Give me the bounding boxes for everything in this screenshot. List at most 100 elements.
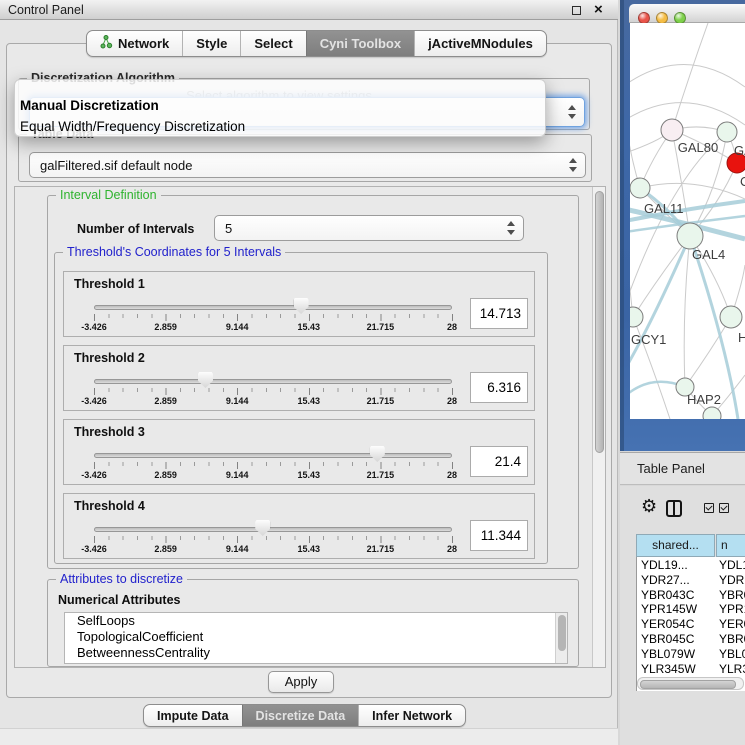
slider-major-ticks (94, 388, 454, 395)
table-row-cell[interactable]: YLR3 (719, 662, 745, 676)
network-edge[interactable] (672, 23, 708, 130)
table-data-combobox[interactable]: galFiltered.sif default node (29, 152, 586, 178)
tick-label: 9.144 (226, 470, 249, 480)
network-canvas[interactable]: GAL80GACGAL11GAL4GCY1HHAP2 (630, 23, 745, 419)
network-node[interactable] (630, 178, 650, 198)
tab-discretize-data[interactable]: Discretize Data (242, 705, 359, 726)
tab-style[interactable]: Style (182, 31, 240, 56)
slider-track[interactable] (94, 453, 452, 458)
table-row-cell[interactable]: YBL0 (719, 647, 745, 661)
table-column-header[interactable]: n (716, 534, 745, 557)
network-node[interactable] (677, 223, 703, 249)
table-scrollbar-thumb[interactable] (640, 680, 736, 689)
network-node[interactable] (717, 122, 737, 142)
table-row-cell[interactable]: YBR0 (719, 632, 745, 646)
bottom-strip (0, 728, 618, 745)
tab-label: jActiveMNodules (428, 36, 533, 51)
table-row-cell[interactable]: YBL079W (641, 647, 695, 661)
tick-label: -3.426 (81, 322, 107, 332)
slider-track[interactable] (94, 379, 452, 384)
table-horizontal-scrollbar[interactable] (637, 677, 744, 690)
number-of-intervals-combobox[interactable]: 5 (214, 215, 524, 241)
popup-item[interactable]: Manual Discretization (18, 96, 542, 116)
combo-stepper-icon (507, 221, 516, 235)
tick-label: 15.43 (298, 396, 321, 406)
table-data-value: galFiltered.sif default node (40, 153, 192, 177)
threshold-box: Threshold 2-3.4262.8599.14415.4321.71528… (63, 345, 535, 411)
tick-label: 28 (447, 544, 457, 554)
tab-jactivemnodules[interactable]: jActiveMNodules (414, 31, 546, 56)
table-row-cell[interactable]: YBR045C (641, 632, 694, 646)
threshold-value-field[interactable]: 14.713 (470, 298, 528, 329)
network-window-frame-edge (620, 0, 624, 451)
settings-scroll-area: Interval Definition Number of Intervals … (14, 186, 606, 668)
attribute-list-item[interactable]: TopologicalCoefficient (65, 629, 567, 645)
tab-label: Cyni Toolbox (320, 36, 401, 51)
combo-stepper-icon (568, 105, 577, 119)
select-rows-checkbox-icon[interactable] (719, 503, 729, 513)
control-panel-titlebar: Control Panel × (0, 0, 618, 20)
interval-definition-title: Interval Definition (56, 188, 161, 202)
slider-track[interactable] (94, 305, 452, 310)
table-row-cell[interactable]: YLR345W (641, 662, 696, 676)
tick-label: 2.859 (154, 470, 177, 480)
tab-select[interactable]: Select (240, 31, 305, 56)
tick-label: 28 (447, 322, 457, 332)
network-edge[interactable] (684, 236, 690, 387)
threshold-box: Threshold 3-3.4262.8599.14415.4321.71528… (63, 419, 535, 485)
slider-thumb[interactable] (370, 446, 385, 462)
slider-track[interactable] (94, 527, 452, 532)
tab-impute-data[interactable]: Impute Data (144, 705, 242, 726)
table-row-cell[interactable]: YDL19... (641, 558, 688, 572)
table-row-cell[interactable]: YDR27... (641, 573, 690, 587)
float-window-icon[interactable] (572, 6, 581, 15)
threshold-value-field[interactable]: 6.316 (470, 372, 528, 403)
settings-gear-icon[interactable]: ⚙ (641, 497, 657, 515)
list-scrollbar-thumb[interactable] (558, 615, 566, 651)
threshold-label: Threshold 4 (74, 499, 145, 513)
table-panel-title: Table Panel (637, 453, 705, 485)
tick-label: 21.715 (367, 470, 395, 480)
tab-label: Discretize Data (256, 709, 346, 723)
table-row-cell[interactable]: YDL1 (719, 558, 745, 572)
numerical-attributes-list[interactable]: SelfLoopsTopologicalCoefficientBetweenne… (64, 612, 568, 664)
slider-thumb[interactable] (294, 298, 309, 314)
list-scrollbar[interactable] (555, 613, 567, 663)
table-row-cell[interactable]: YER054C (641, 617, 694, 631)
apply-button[interactable]: Apply (268, 671, 334, 693)
slider-thumb[interactable] (198, 372, 213, 388)
settings-scrollbar-thumb[interactable] (595, 191, 604, 453)
network-edge[interactable] (633, 236, 690, 317)
table-column-header[interactable]: shared... (636, 534, 715, 557)
close-icon[interactable]: × (594, 1, 603, 19)
tab-network[interactable]: Network (87, 31, 182, 56)
table-row-cell[interactable]: YBR043C (641, 588, 694, 602)
network-edge[interactable] (630, 236, 690, 369)
network-window-titlebar[interactable] (629, 4, 745, 23)
network-edge[interactable] (640, 183, 745, 199)
network-edge[interactable] (630, 243, 633, 317)
attribute-list-item[interactable]: SelfLoops (65, 613, 567, 629)
threshold-value-field[interactable]: 11.344 (470, 520, 528, 551)
network-node[interactable] (630, 307, 643, 327)
select-columns-checkbox-icon[interactable] (704, 503, 714, 513)
popup-item[interactable]: Equal Width/Frequency Discretization (18, 117, 542, 137)
table-row-cell[interactable]: YDR2 (719, 573, 745, 587)
network-node[interactable] (720, 306, 742, 328)
table-row-cell[interactable]: YPR145W (641, 602, 697, 616)
attribute-list-item[interactable]: BetweennessCentrality (65, 645, 567, 661)
table-row-cell[interactable]: YER0 (719, 617, 745, 631)
tick-label: 9.144 (226, 322, 249, 332)
split-columns-icon[interactable] (666, 500, 682, 517)
threshold-value-field[interactable]: 21.4 (470, 446, 528, 477)
settings-vertical-scrollbar[interactable] (592, 187, 605, 667)
table-row-cell[interactable]: YPR1 (719, 602, 745, 616)
threshold-label: Threshold 3 (74, 425, 145, 439)
network-node[interactable] (661, 119, 683, 141)
tick-label: 28 (447, 470, 457, 480)
tick-label: 9.144 (226, 396, 249, 406)
tab-cyni-toolbox[interactable]: Cyni Toolbox (306, 31, 414, 56)
table-row-cell[interactable]: YBR0 (719, 588, 745, 602)
slider-thumb[interactable] (255, 520, 270, 536)
tab-infer-network[interactable]: Infer Network (358, 705, 465, 726)
